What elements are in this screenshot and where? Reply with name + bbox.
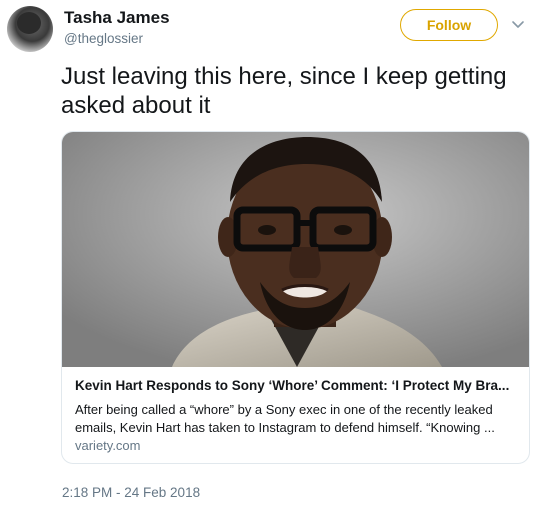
tweet-text: Just leaving this here, since I keep get… xyxy=(61,63,507,119)
avatar[interactable] xyxy=(7,6,53,52)
tweet-timestamp[interactable]: 2:18 PM - 24 Feb 2018 xyxy=(62,485,200,500)
card-domain: variety.com xyxy=(75,438,141,453)
card-image[interactable] xyxy=(62,132,530,367)
link-card[interactable]: Kevin Hart Responds to Sony ‘Whore’ Comm… xyxy=(61,131,530,464)
chevron-down-icon[interactable] xyxy=(510,16,526,32)
follow-button[interactable]: Follow xyxy=(400,9,498,41)
user-display-name[interactable]: Tasha James xyxy=(64,8,170,28)
card-title[interactable]: Kevin Hart Responds to Sony ‘Whore’ Comm… xyxy=(75,378,518,393)
card-description: After being called a “whore” by a Sony e… xyxy=(75,402,495,435)
user-handle[interactable]: @theglossier xyxy=(64,31,143,46)
